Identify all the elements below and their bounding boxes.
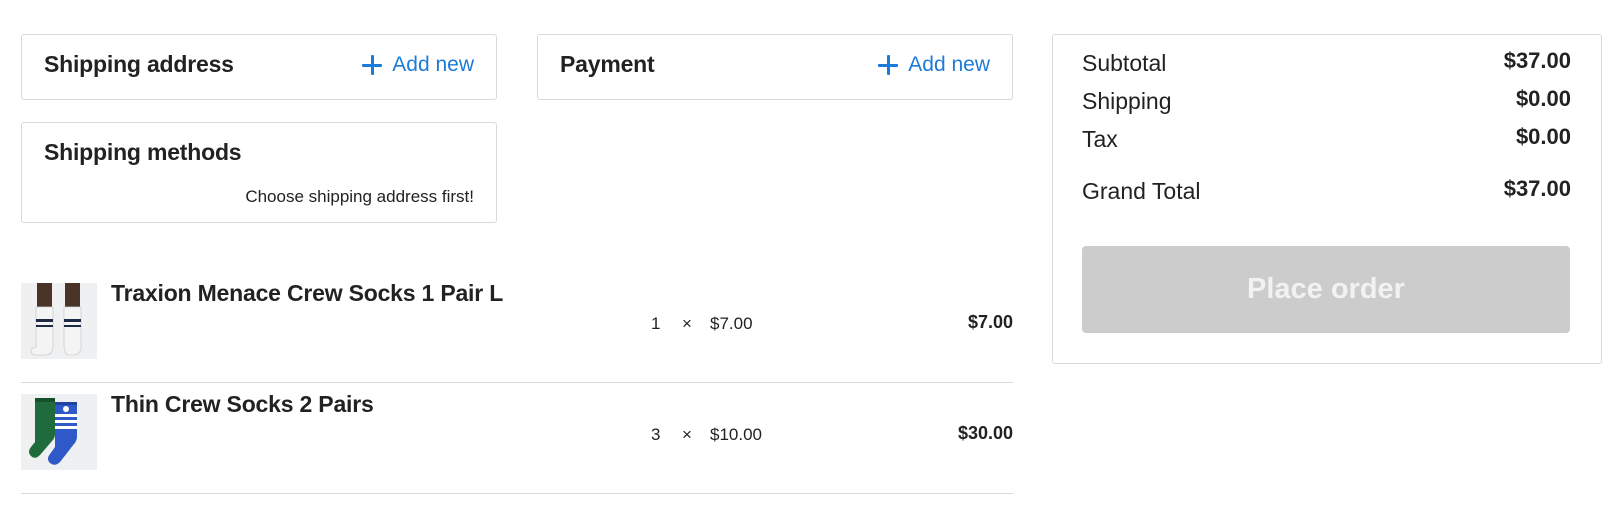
item-name[interactable]: Thin Crew Socks 2 Pairs bbox=[111, 391, 374, 418]
shipping-value: $0.00 bbox=[1515, 86, 1571, 111]
times-sign: × bbox=[682, 425, 692, 444]
product-thumbnail[interactable] bbox=[21, 283, 97, 359]
plus-icon bbox=[362, 55, 383, 75]
cart-item: Traxion Menace Crew Socks 1 Pair L 1 × $… bbox=[21, 272, 1013, 383]
item-line-total: $30.00 bbox=[957, 423, 1013, 443]
cart-item: Thin Crew Socks 2 Pairs 3 × $10.00 $30.0… bbox=[21, 383, 1013, 494]
shipping-address-title: Shipping address bbox=[44, 51, 234, 77]
payment-card: Payment Add new bbox=[537, 34, 1013, 100]
item-quantity: 1 bbox=[651, 314, 661, 333]
shipping-address-add-new-button[interactable]: Add new bbox=[362, 53, 474, 77]
times-sign: × bbox=[682, 314, 692, 333]
plus-icon bbox=[878, 55, 899, 75]
add-new-label: Add new bbox=[908, 53, 990, 76]
item-unit-price: $7.00 bbox=[710, 314, 753, 333]
item-name[interactable]: Traxion Menace Crew Socks 1 Pair L bbox=[111, 280, 503, 307]
add-new-label: Add new bbox=[392, 53, 474, 76]
shipping-methods-title: Shipping methods bbox=[44, 139, 242, 165]
shipping-label: Shipping bbox=[1082, 88, 1172, 114]
shipping-methods-card: Shipping methods Choose shipping address… bbox=[21, 122, 497, 223]
item-line-total: $7.00 bbox=[967, 312, 1013, 332]
payment-title: Payment bbox=[560, 51, 655, 77]
item-unit-price: $10.00 bbox=[710, 425, 762, 444]
subtotal-label: Subtotal bbox=[1082, 50, 1167, 76]
place-order-button[interactable]: Place order bbox=[1082, 246, 1570, 333]
grand-total-value: $37.00 bbox=[1503, 176, 1571, 201]
grand-total-label: Grand Total bbox=[1082, 178, 1201, 204]
shipping-methods-note: Choose shipping address first! bbox=[245, 187, 474, 206]
item-quantity: 3 bbox=[651, 425, 661, 444]
product-thumbnail[interactable] bbox=[21, 394, 97, 470]
order-summary: Subtotal $37.00 Shipping $0.00 Tax $0.00… bbox=[1052, 34, 1602, 364]
subtotal-value: $37.00 bbox=[1503, 48, 1571, 73]
tax-value: $0.00 bbox=[1515, 124, 1571, 149]
tax-label: Tax bbox=[1082, 126, 1118, 152]
shipping-address-card: Shipping address Add new bbox=[21, 34, 497, 100]
payment-add-new-button[interactable]: Add new bbox=[878, 53, 990, 77]
